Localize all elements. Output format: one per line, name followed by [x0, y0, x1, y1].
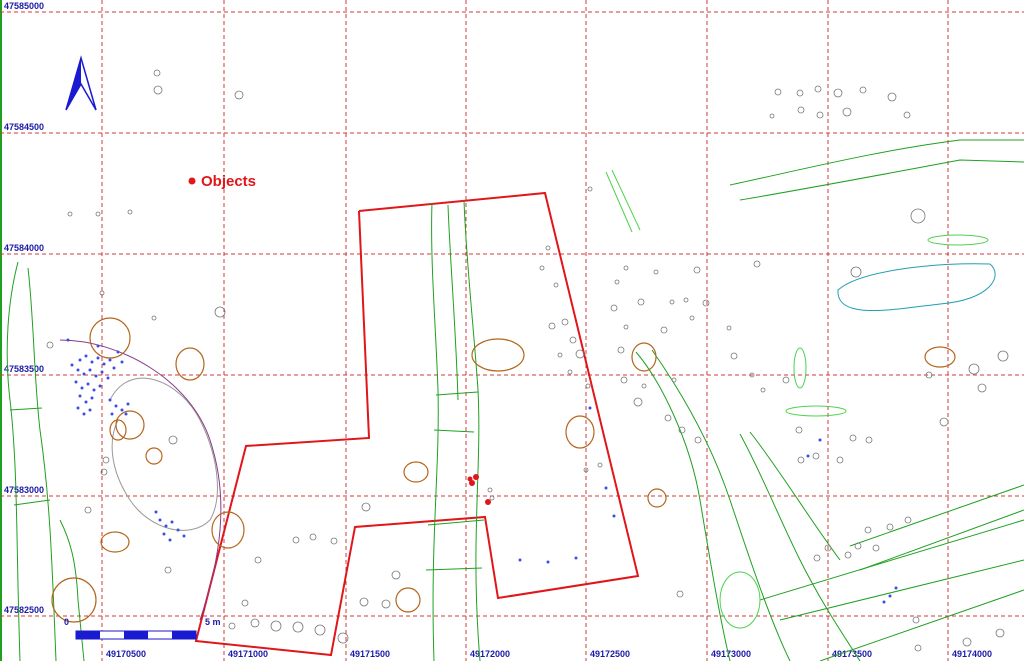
object-markers: [467, 474, 491, 505]
legend-objects-label: Objects: [201, 173, 256, 190]
y-label: 47583500: [4, 364, 44, 374]
x-label: 49173500: [832, 649, 872, 659]
y-label: 47584000: [4, 243, 44, 253]
light-green-features: [605, 169, 989, 629]
map-canvas[interactable]: 47585000 47584500 47584000 47583500 4758…: [0, 0, 1024, 661]
x-label: 49172500: [590, 649, 630, 659]
central-corridor-feature: [425, 199, 485, 661]
object-marker[interactable]: [473, 474, 479, 480]
coordinate-grid: [0, 0, 1024, 661]
blue-point-clusters: [66, 338, 898, 604]
x-label: 49171500: [350, 649, 390, 659]
x-label: 49172000: [470, 649, 510, 659]
object-marker[interactable]: [467, 476, 473, 482]
scale-start-label: 0: [64, 617, 69, 627]
north-arrow-icon: [65, 55, 97, 111]
object-marker[interactable]: [485, 499, 491, 505]
y-label: 47585000: [4, 1, 44, 11]
x-label: 49174000: [952, 649, 992, 659]
y-label: 47583000: [4, 485, 44, 495]
x-label: 49170500: [106, 649, 146, 659]
x-label: 49173000: [711, 649, 751, 659]
track-lines: [59, 339, 222, 621]
x-axis-labels: 49170500 49171000 49171500 49172000 4917…: [106, 649, 992, 659]
small-pit-features: [46, 69, 1009, 652]
survey-area-boundary: [194, 191, 640, 657]
teal-feature: [837, 263, 996, 311]
brown-pits: [51, 317, 956, 623]
legend-objects-marker: [188, 177, 196, 185]
left-corridor-feature: [6, 261, 85, 661]
scale-end-label: 5 m: [205, 617, 221, 627]
y-label: 47582500: [4, 605, 44, 615]
y-label: 47584500: [4, 122, 44, 132]
x-label: 49171000: [228, 649, 268, 659]
right-ditch-features: [635, 139, 1024, 661]
legend: Objects: [188, 173, 256, 190]
